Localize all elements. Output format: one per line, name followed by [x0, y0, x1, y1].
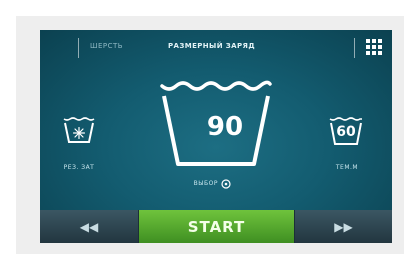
temperature-label: ТЕМ.М: [335, 164, 359, 171]
start-button[interactable]: START: [139, 210, 294, 243]
main-temperature-value: 90: [206, 112, 244, 142]
divider-left: [78, 38, 79, 58]
dial-icon: [221, 179, 231, 189]
top-bar: ШЕРСТЬ РАЗМЕРНЫЙ ЗАРЯД: [40, 30, 392, 66]
snowflake-icon: [73, 127, 85, 139]
tab-label[interactable]: ШЕРСТЬ: [90, 42, 123, 50]
control-bar: ◀◀ START ▶▶: [40, 210, 392, 243]
forward-button[interactable]: ▶▶: [295, 210, 392, 243]
divider-right: [354, 38, 355, 58]
selection-label: ВЫБОР: [193, 180, 218, 187]
cold-wash-label: РЕЗ. ЗАТ: [63, 164, 95, 171]
cold-wash-option[interactable]: [62, 116, 96, 144]
forward-icon: ▶▶: [334, 219, 353, 234]
menu-grid-icon[interactable]: [366, 39, 382, 55]
rewind-button[interactable]: ◀◀: [40, 210, 138, 243]
rewind-icon: ◀◀: [79, 219, 99, 234]
program-title: РАЗМЕРНЫЙ ЗАРЯД: [168, 42, 255, 50]
temperature-value: 60: [336, 124, 356, 140]
washer-display: ШЕРСТЬ РАЗМЕРНЫЙ ЗАРЯД РЕЗ. ЗАТ 90 ВЫБОР…: [40, 30, 392, 243]
